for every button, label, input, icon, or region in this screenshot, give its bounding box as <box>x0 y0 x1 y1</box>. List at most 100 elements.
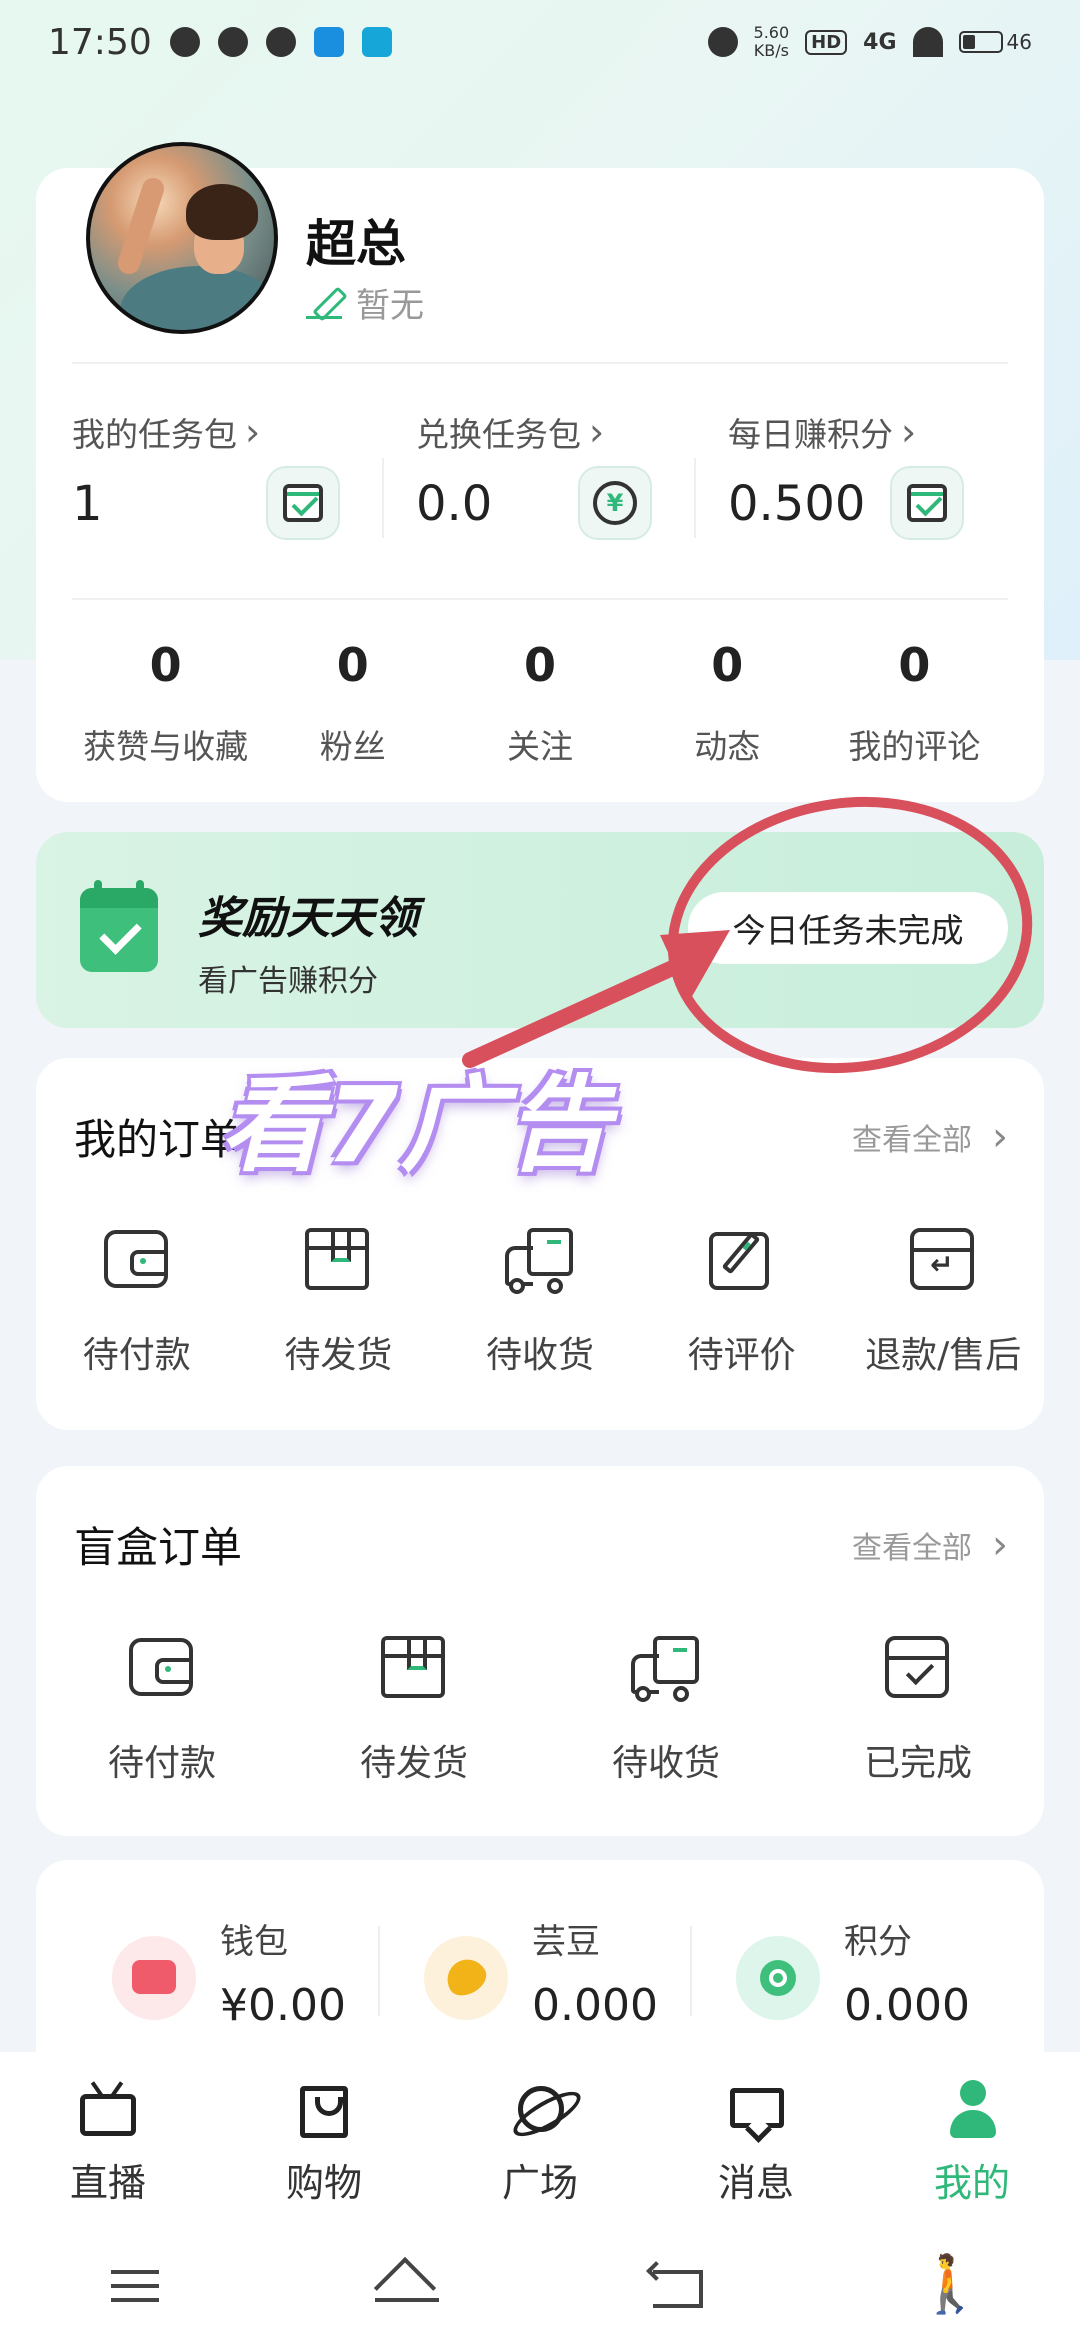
order-label: 待收货 <box>611 1743 720 1784</box>
reward-subtitle: 看广告赚积分 <box>198 964 378 999</box>
section-title: 我的订单 <box>74 1115 243 1164</box>
view-all-link[interactable]: 查看全部 › <box>852 1522 1008 1568</box>
stat-posts[interactable]: 0 动态 <box>634 638 821 768</box>
nav-shopping[interactable]: 购物 <box>216 2052 432 2230</box>
link-app-icon <box>265 27 296 57</box>
asset-points[interactable]: 积分 0.000 <box>690 1914 1008 2034</box>
task-daily-points[interactable]: 每日赚积分 › 0.500 <box>694 398 1008 540</box>
calendar-check-icon <box>890 466 964 540</box>
qq-icon <box>169 27 200 57</box>
stat-value: 0 <box>336 638 369 692</box>
blindbox-pending-receipt[interactable]: 待收货 <box>540 1634 792 1786</box>
divider <box>72 362 1008 364</box>
wallet-icon <box>102 1226 172 1292</box>
reward-banner[interactable]: 奖励天天领 看广告赚积分 今日任务未完成 <box>36 832 1044 1028</box>
wallet-red-icon <box>112 1936 196 2020</box>
task-label: 每日赚积分 › <box>728 410 917 454</box>
asset-value: ¥0.00 <box>220 1980 346 2031</box>
paper-plane-icon <box>313 27 344 57</box>
task-value: 0.0 <box>416 476 493 532</box>
wallet-icon <box>127 1634 197 1700</box>
nav-label: 消息 <box>717 2161 794 2205</box>
speed-value: 5.60 <box>753 23 790 42</box>
stat-value: 0 <box>711 638 744 692</box>
order-pending-review[interactable]: 待评价 <box>641 1226 843 1378</box>
stat-fans[interactable]: 0 粉丝 <box>259 638 446 768</box>
alarm-icon <box>707 27 738 57</box>
chevron-right-icon: › <box>901 410 917 454</box>
q-app-icon <box>217 27 248 57</box>
stat-value: 0 <box>149 638 182 692</box>
user-icon <box>940 2080 1004 2140</box>
stat-value: 0 <box>898 638 931 692</box>
nav-label: 购物 <box>285 2161 362 2205</box>
accessibility-icon[interactable]: 🚶 <box>915 2257 985 2313</box>
asset-wallet[interactable]: 钱包 ¥0.00 <box>72 1914 384 2034</box>
message-icon <box>724 2080 788 2140</box>
box-icon <box>379 1634 449 1700</box>
stat-likes[interactable]: 0 获赞与收藏 <box>72 638 259 768</box>
done-box-icon <box>883 1634 953 1700</box>
order-pending-receipt[interactable]: 待收货 <box>439 1226 641 1378</box>
asset-name: 芸豆 <box>532 1922 600 1962</box>
section-title: 盲盒订单 <box>74 1523 243 1572</box>
yuan-exchange-icon: ¥ <box>578 466 652 540</box>
order-refund[interactable]: 退款/售后 <box>842 1226 1044 1378</box>
home-icon[interactable] <box>375 2260 439 2310</box>
stat-label: 获赞与收藏 <box>83 727 249 766</box>
view-all-link[interactable]: 查看全部 › <box>852 1114 1008 1160</box>
status-bar: 17:50 5.60 KB/s HD 4G 46 <box>0 0 1080 84</box>
stat-label: 粉丝 <box>319 727 386 766</box>
truck-icon <box>504 1226 575 1294</box>
stat-comments[interactable]: 0 我的评论 <box>821 638 1008 768</box>
hd-badge: HD <box>805 29 848 55</box>
order-label: 待评价 <box>687 1335 796 1376</box>
user-name[interactable]: 超总 <box>306 204 406 276</box>
chevron-right-icon: › <box>992 1114 1008 1160</box>
order-label: 退款/售后 <box>865 1335 1022 1376</box>
order-label: 待付款 <box>107 1743 216 1784</box>
edit-icon <box>707 1226 777 1292</box>
asset-name: 积分 <box>844 1922 912 1962</box>
avatar[interactable] <box>86 142 278 334</box>
planet-icon <box>508 2080 572 2140</box>
nav-messages[interactable]: 消息 <box>648 2052 864 2230</box>
task-status-button[interactable]: 今日任务未完成 <box>688 892 1008 964</box>
box-icon <box>303 1226 373 1292</box>
asset-value: 0.000 <box>532 1980 658 2031</box>
nav-me[interactable]: 我的 <box>864 2052 1080 2230</box>
blindbox-pending-shipment[interactable]: 待发货 <box>288 1634 540 1786</box>
stat-label: 我的评论 <box>848 727 981 766</box>
task-exchange-package[interactable]: 兑换任务包 › 0.0 ¥ <box>382 398 696 540</box>
back-icon[interactable] <box>645 2260 705 2310</box>
blindbox-pending-payment[interactable]: 待付款 <box>36 1634 288 1786</box>
asset-beans[interactable]: 芸豆 0.000 <box>378 1914 696 2034</box>
blindbox-completed[interactable]: 已完成 <box>792 1634 1044 1786</box>
nav-label: 我的 <box>933 2161 1010 2205</box>
truck-icon <box>631 1634 701 1702</box>
stat-value: 0 <box>524 638 557 692</box>
stats-row: 0 获赞与收藏 0 粉丝 0 关注 0 动态 0 我的评论 <box>72 638 1008 768</box>
nav-live[interactable]: 直播 <box>0 2052 216 2230</box>
menu-icon[interactable] <box>105 2260 165 2310</box>
blind-box-orders-card: 盲盒订单 查看全部 › 待付款 待发货 待收货 已完成 <box>36 1466 1044 1836</box>
order-label: 待付款 <box>82 1335 191 1376</box>
calendar-check-icon <box>266 466 340 540</box>
task-value: 0.500 <box>728 476 866 532</box>
order-label: 待发货 <box>284 1335 393 1376</box>
chevron-right-icon: › <box>992 1522 1008 1568</box>
task-label: 我的任务包 › <box>72 410 261 454</box>
order-pending-shipment[interactable]: 待发货 <box>238 1226 440 1378</box>
nav-label: 广场 <box>501 2161 578 2205</box>
stat-following[interactable]: 0 关注 <box>446 638 633 768</box>
order-pending-payment[interactable]: 待付款 <box>36 1226 238 1378</box>
battery-level: 46 <box>1006 30 1032 54</box>
asset-name: 钱包 <box>220 1922 288 1962</box>
nav-label: 直播 <box>69 2161 146 2205</box>
bean-icon <box>424 1936 508 2020</box>
user-signature[interactable]: 暂无 <box>306 278 424 327</box>
system-nav-bar: 🚶 <box>0 2230 1080 2340</box>
nav-square[interactable]: 广场 <box>432 2052 648 2230</box>
task-my-package[interactable]: 我的任务包 › 1 <box>72 398 384 540</box>
shopping-bag-icon <box>292 2080 356 2140</box>
